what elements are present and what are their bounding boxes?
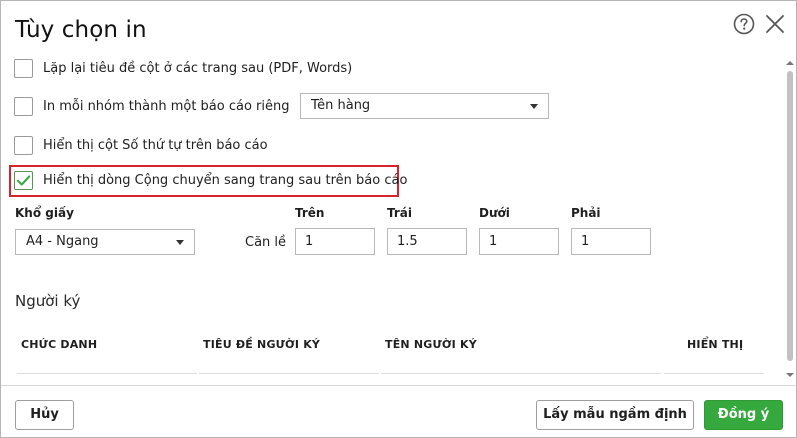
show-index-label: Hiển thị cột Số thứ tự trên báo cáo bbox=[43, 138, 268, 153]
margin-top-input[interactable]: 1 bbox=[295, 228, 375, 255]
vertical-scrollbar[interactable] bbox=[784, 57, 796, 383]
margin-top-label: Trên bbox=[295, 206, 325, 220]
chevron-down-icon bbox=[530, 104, 538, 109]
margin-label: Căn lề bbox=[245, 235, 287, 250]
column-header-position[interactable]: CHỨC DANH bbox=[21, 338, 97, 351]
column-divider bbox=[664, 373, 764, 374]
chevron-down-icon bbox=[176, 240, 184, 245]
show-carry-checkbox[interactable] bbox=[14, 171, 33, 190]
margin-bottom-label: Dưới bbox=[479, 206, 510, 220]
option-show-carry[interactable]: Hiển thị dòng Cộng chuyển sang trang sau… bbox=[14, 171, 407, 190]
repeat-header-checkbox[interactable] bbox=[14, 59, 33, 78]
group-field-value: Tên hàng bbox=[311, 98, 371, 113]
column-header-signer-title[interactable]: TIÊU ĐỀ NGƯỜI KÝ bbox=[203, 338, 320, 351]
column-divider bbox=[17, 373, 197, 374]
column-divider bbox=[381, 373, 661, 374]
show-index-checkbox[interactable] bbox=[14, 136, 33, 155]
margin-bottom-input[interactable]: 1 bbox=[479, 228, 559, 255]
signers-section-title: Người ký bbox=[15, 292, 81, 310]
group-print-label: In mỗi nhóm thành một báo cáo riêng bbox=[43, 99, 290, 114]
margin-bottom-value: 1 bbox=[489, 234, 498, 249]
column-divider bbox=[199, 373, 379, 374]
margin-right-input[interactable]: 1 bbox=[571, 228, 651, 255]
dialog-body: Lặp lại tiêu đề cột ở các trang sau (PDF… bbox=[1, 55, 783, 385]
margin-top-value: 1 bbox=[305, 234, 314, 249]
margin-right-value: 1 bbox=[581, 234, 590, 249]
margin-left-label: Trái bbox=[387, 206, 412, 220]
scroll-up-icon[interactable] bbox=[786, 59, 794, 67]
column-header-visible[interactable]: HIỂN THỊ bbox=[687, 338, 743, 351]
scroll-down-icon[interactable] bbox=[786, 371, 794, 379]
paper-size-label: Khổ giấy bbox=[15, 206, 74, 220]
footer-divider bbox=[1, 385, 797, 386]
margin-right-label: Phải bbox=[571, 206, 601, 220]
margin-left-input[interactable]: 1.5 bbox=[387, 228, 467, 255]
group-print-checkbox[interactable] bbox=[14, 97, 33, 116]
repeat-header-label: Lặp lại tiêu đề cột ở các trang sau (PDF… bbox=[43, 61, 353, 76]
restore-default-button[interactable]: Lấy mẫu ngầm định bbox=[536, 400, 694, 430]
paper-size-value: A4 - Ngang bbox=[26, 234, 99, 249]
option-group-print[interactable]: In mỗi nhóm thành một báo cáo riêng bbox=[14, 97, 290, 116]
column-header-signer-name[interactable]: TÊN NGƯỜI KÝ bbox=[385, 338, 477, 351]
option-repeat-header[interactable]: Lặp lại tiêu đề cột ở các trang sau (PDF… bbox=[14, 59, 352, 78]
show-carry-label: Hiển thị dòng Cộng chuyển sang trang sau… bbox=[43, 173, 408, 188]
check-icon bbox=[17, 175, 31, 186]
help-icon[interactable] bbox=[733, 13, 755, 35]
margin-left-value: 1.5 bbox=[397, 234, 418, 249]
print-options-dialog: Tùy chọn in Lặp lại tiêu đề cột ở các tr… bbox=[0, 0, 797, 438]
dialog-title: Tùy chọn in bbox=[15, 17, 147, 43]
group-field-select[interactable]: Tên hàng bbox=[300, 93, 549, 119]
scrollbar-thumb[interactable] bbox=[787, 71, 793, 361]
paper-size-select[interactable]: A4 - Ngang bbox=[15, 229, 195, 255]
option-show-index[interactable]: Hiển thị cột Số thứ tự trên báo cáo bbox=[14, 136, 268, 155]
close-icon[interactable] bbox=[764, 13, 786, 35]
ok-button[interactable]: Đồng ý bbox=[704, 400, 783, 430]
cancel-button[interactable]: Hủy bbox=[15, 400, 74, 430]
